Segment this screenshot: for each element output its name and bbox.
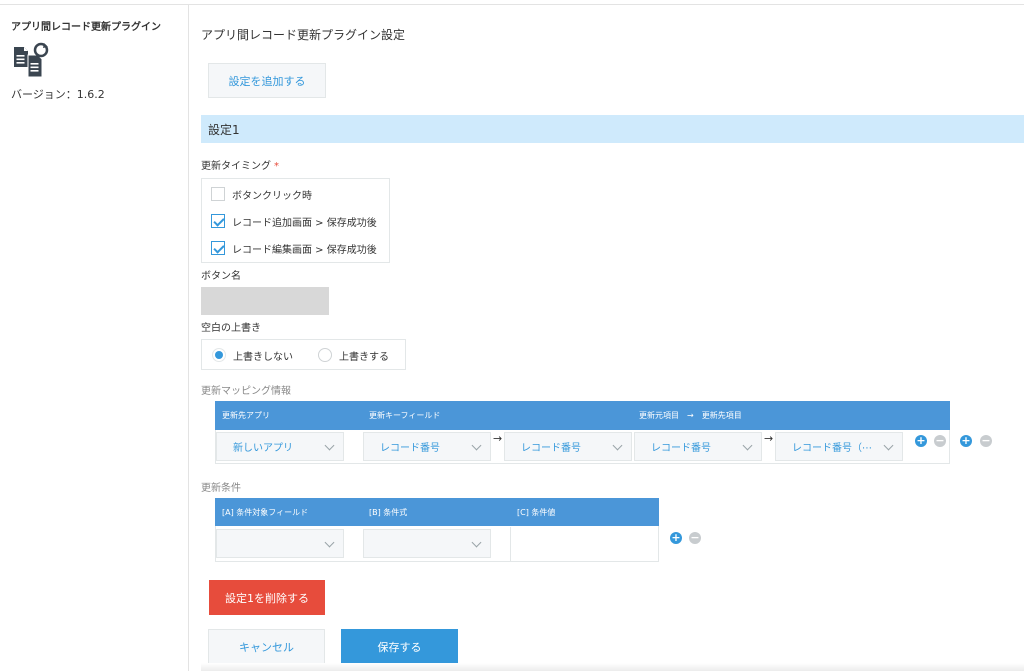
button-name-label: ボタン名	[201, 271, 241, 282]
checkbox-checked[interactable]	[211, 241, 225, 255]
radio-label: 上書きしない	[233, 351, 293, 363]
radio-selected[interactable]	[212, 348, 226, 362]
condition-expression-select[interactable]	[363, 529, 491, 558]
header-key-field: 更新キーフィールド	[369, 411, 441, 420]
header-condition-expression: [B] 条件式	[369, 507, 408, 517]
page-title: アプリ間レコード更新プラグイン設定	[201, 28, 406, 42]
remove-field-row-icon[interactable]: −	[934, 435, 946, 447]
chevron-down-icon	[471, 537, 482, 548]
checkbox-label: レコード追加画面 > 保存成功後	[232, 217, 377, 229]
checkbox-label: レコード編集画面 > 保存成功後	[232, 244, 377, 256]
chevron-down-icon	[324, 537, 335, 548]
sidebar: アプリ間レコード更新プラグイン バージョン：1.6.2	[0, 5, 189, 671]
documents-refresh-icon	[14, 42, 49, 78]
field-target-select[interactable]: レコード番号（⋯	[775, 432, 903, 461]
radio-no-overwrite[interactable]: 上書きしない	[212, 348, 293, 363]
target-app-select[interactable]: 新しいアプリ	[216, 432, 344, 461]
key-target-select[interactable]: レコード番号	[504, 432, 632, 461]
settings-panel: アプリ間レコード更新プラグイン設定 設定を追加する 設定1 更新タイミング * ボ…	[201, 0, 1024, 671]
add-field-row-icon[interactable]: +	[915, 435, 927, 447]
chevron-down-icon	[612, 440, 623, 451]
select-value: レコード番号	[380, 443, 440, 454]
checkbox-checked[interactable]	[211, 214, 225, 228]
radio-label: 上書きする	[339, 351, 389, 363]
header-target-app: 更新先アプリ	[222, 411, 270, 420]
field-source-select[interactable]: レコード番号	[634, 432, 762, 461]
add-setting-button[interactable]: 設定を追加する	[208, 63, 326, 98]
section-header: 設定1	[201, 115, 1024, 143]
overwrite-blank-label: 空白の上書き	[201, 323, 261, 334]
plugin-name: アプリ間レコード更新プラグイン	[11, 22, 161, 33]
timing-option-after-edit[interactable]: レコード編集画面 > 保存成功後	[211, 240, 377, 256]
button-name-input[interactable]	[201, 287, 329, 315]
remove-condition-icon[interactable]: −	[689, 532, 701, 544]
header-condition-value: [C] 条件値	[517, 507, 556, 517]
required-mark: *	[274, 161, 279, 172]
chevron-down-icon	[742, 440, 753, 451]
header-source-target: 更新元項目 → 更新先項目	[639, 411, 742, 420]
cancel-button[interactable]: キャンセル	[208, 629, 325, 664]
select-value: 新しいアプリ	[233, 443, 293, 454]
mapping-label: 更新マッピング情報	[201, 386, 291, 397]
select-value: レコード番号（⋯	[792, 443, 872, 454]
condition-field-select[interactable]	[216, 529, 344, 558]
conditions-label: 更新条件	[201, 483, 241, 494]
save-button[interactable]: 保存する	[341, 629, 458, 664]
timing-option-after-add[interactable]: レコード追加画面 > 保存成功後	[211, 213, 377, 229]
radio-overwrite[interactable]: 上書きする	[318, 348, 389, 363]
plugin-version: バージョン：1.6.2	[11, 88, 105, 101]
timing-label: 更新タイミング *	[201, 161, 279, 172]
key-source-select[interactable]: レコード番号	[363, 432, 491, 461]
chevron-down-icon	[324, 440, 335, 451]
header-condition-field: [A] 条件対象フィールド	[222, 507, 309, 517]
arrow-icon: →	[493, 432, 503, 445]
chevron-down-icon	[471, 440, 482, 451]
timing-option-button-click[interactable]: ボタンクリック時	[211, 186, 312, 202]
checkbox-label: ボタンクリック時	[232, 190, 312, 202]
arrow-icon: →	[764, 432, 774, 445]
add-condition-icon[interactable]: +	[670, 532, 682, 544]
add-mapping-row-icon[interactable]: +	[960, 435, 972, 447]
overwrite-radio-group: 上書きしない 上書きする	[201, 339, 406, 370]
select-value: レコード番号	[521, 443, 581, 454]
condition-value-input[interactable]	[510, 527, 659, 561]
delete-setting-button[interactable]: 設定1を削除する	[209, 580, 325, 615]
bottom-shadow	[201, 663, 1024, 671]
mapping-table-header: 更新先アプリ 更新キーフィールド 更新元項目 → 更新先項目	[215, 401, 950, 430]
select-value: レコード番号	[651, 443, 711, 454]
timing-checkbox-group: ボタンクリック時 レコード追加画面 > 保存成功後 レコード編集画面 > 保存成…	[201, 178, 390, 263]
conditions-table-header: [A] 条件対象フィールド [B] 条件式 [C] 条件値	[215, 498, 659, 526]
remove-mapping-row-icon[interactable]: −	[980, 435, 992, 447]
radio-unselected[interactable]	[318, 348, 332, 362]
checkbox[interactable]	[211, 187, 225, 201]
chevron-down-icon	[883, 440, 894, 451]
